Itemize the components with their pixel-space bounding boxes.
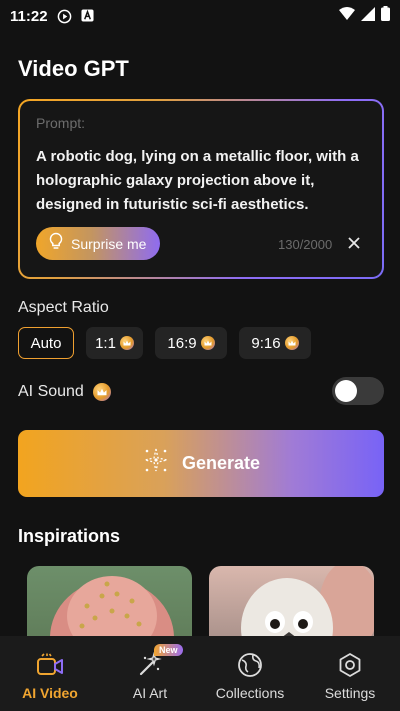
status-bar: 11:22 — [0, 0, 400, 32]
aspect-ratio-9-16[interactable]: 9:16 — [239, 327, 311, 359]
premium-crown-icon — [200, 336, 215, 350]
ai-sound-toggle[interactable] — [332, 377, 384, 405]
nav-item-ai-video[interactable]: AI Video — [0, 636, 100, 711]
ai-sound-label: AI Sound — [18, 383, 84, 400]
nav-item-settings[interactable]: Settings — [300, 636, 400, 711]
toggle-knob — [335, 380, 357, 402]
nav-label: AI Art — [132, 685, 168, 701]
ratio-label: Auto — [30, 334, 62, 352]
media-play-icon — [57, 9, 72, 24]
app-notification-icon — [81, 8, 96, 24]
globe-icon — [236, 652, 264, 678]
aspect-ratio-1-1[interactable]: 1:1 — [86, 327, 143, 359]
surprise-me-button[interactable]: Surprise me — [36, 227, 160, 260]
aspect-ratio-16-9[interactable]: 16:9 — [155, 327, 227, 359]
nav-item-ai-art[interactable]: New AI Art — [100, 636, 200, 711]
ratio-label: 1:1 — [95, 334, 116, 352]
wifi-icon — [339, 7, 355, 25]
nav-label: Settings — [324, 685, 376, 701]
premium-crown-icon — [92, 383, 111, 401]
bottom-navigation: AI Video New AI Art Collections Settings — [0, 636, 400, 711]
battery-icon — [381, 6, 390, 26]
lightbulb-icon — [48, 232, 64, 255]
ratio-label: 9:16 — [251, 334, 281, 352]
sparkles-icon — [142, 447, 170, 480]
new-badge: New — [154, 644, 183, 656]
generate-button[interactable]: Generate — [18, 430, 384, 497]
settings-icon — [336, 652, 364, 678]
nav-item-collections[interactable]: Collections — [200, 636, 300, 711]
nav-label: Collections — [215, 685, 285, 701]
ai-sound-row: AI Sound — [18, 383, 111, 401]
inspirations-title: Inspirations — [18, 526, 121, 546]
prompt-text[interactable]: A robotic dog, lying on a metallic floor… — [36, 145, 372, 217]
prompt-input-area[interactable]: Prompt: A robotic dog, lying on a metall… — [20, 101, 382, 277]
premium-crown-icon — [119, 336, 134, 350]
prompt-card[interactable]: Prompt: A robotic dog, lying on a metall… — [18, 99, 384, 279]
generate-label: Generate — [181, 453, 261, 473]
surprise-me-label: Surprise me — [71, 235, 147, 252]
status-indicators — [339, 6, 390, 26]
video-icon — [36, 652, 64, 678]
ratio-label: 16:9 — [167, 334, 197, 352]
premium-crown-icon — [284, 336, 299, 350]
page-title: Video GPT — [18, 56, 129, 81]
clear-prompt-button[interactable] — [346, 235, 362, 251]
char-count: 130/2000 — [278, 237, 333, 252]
close-icon — [346, 237, 362, 255]
aspect-ratio-label: Aspect Ratio — [18, 299, 109, 316]
prompt-label: Prompt: — [36, 115, 86, 131]
nav-label: AI Video — [22, 685, 78, 701]
status-time: 11:22 — [10, 7, 48, 25]
aspect-ratio-auto[interactable]: Auto — [18, 327, 74, 359]
signal-icon — [361, 6, 375, 26]
